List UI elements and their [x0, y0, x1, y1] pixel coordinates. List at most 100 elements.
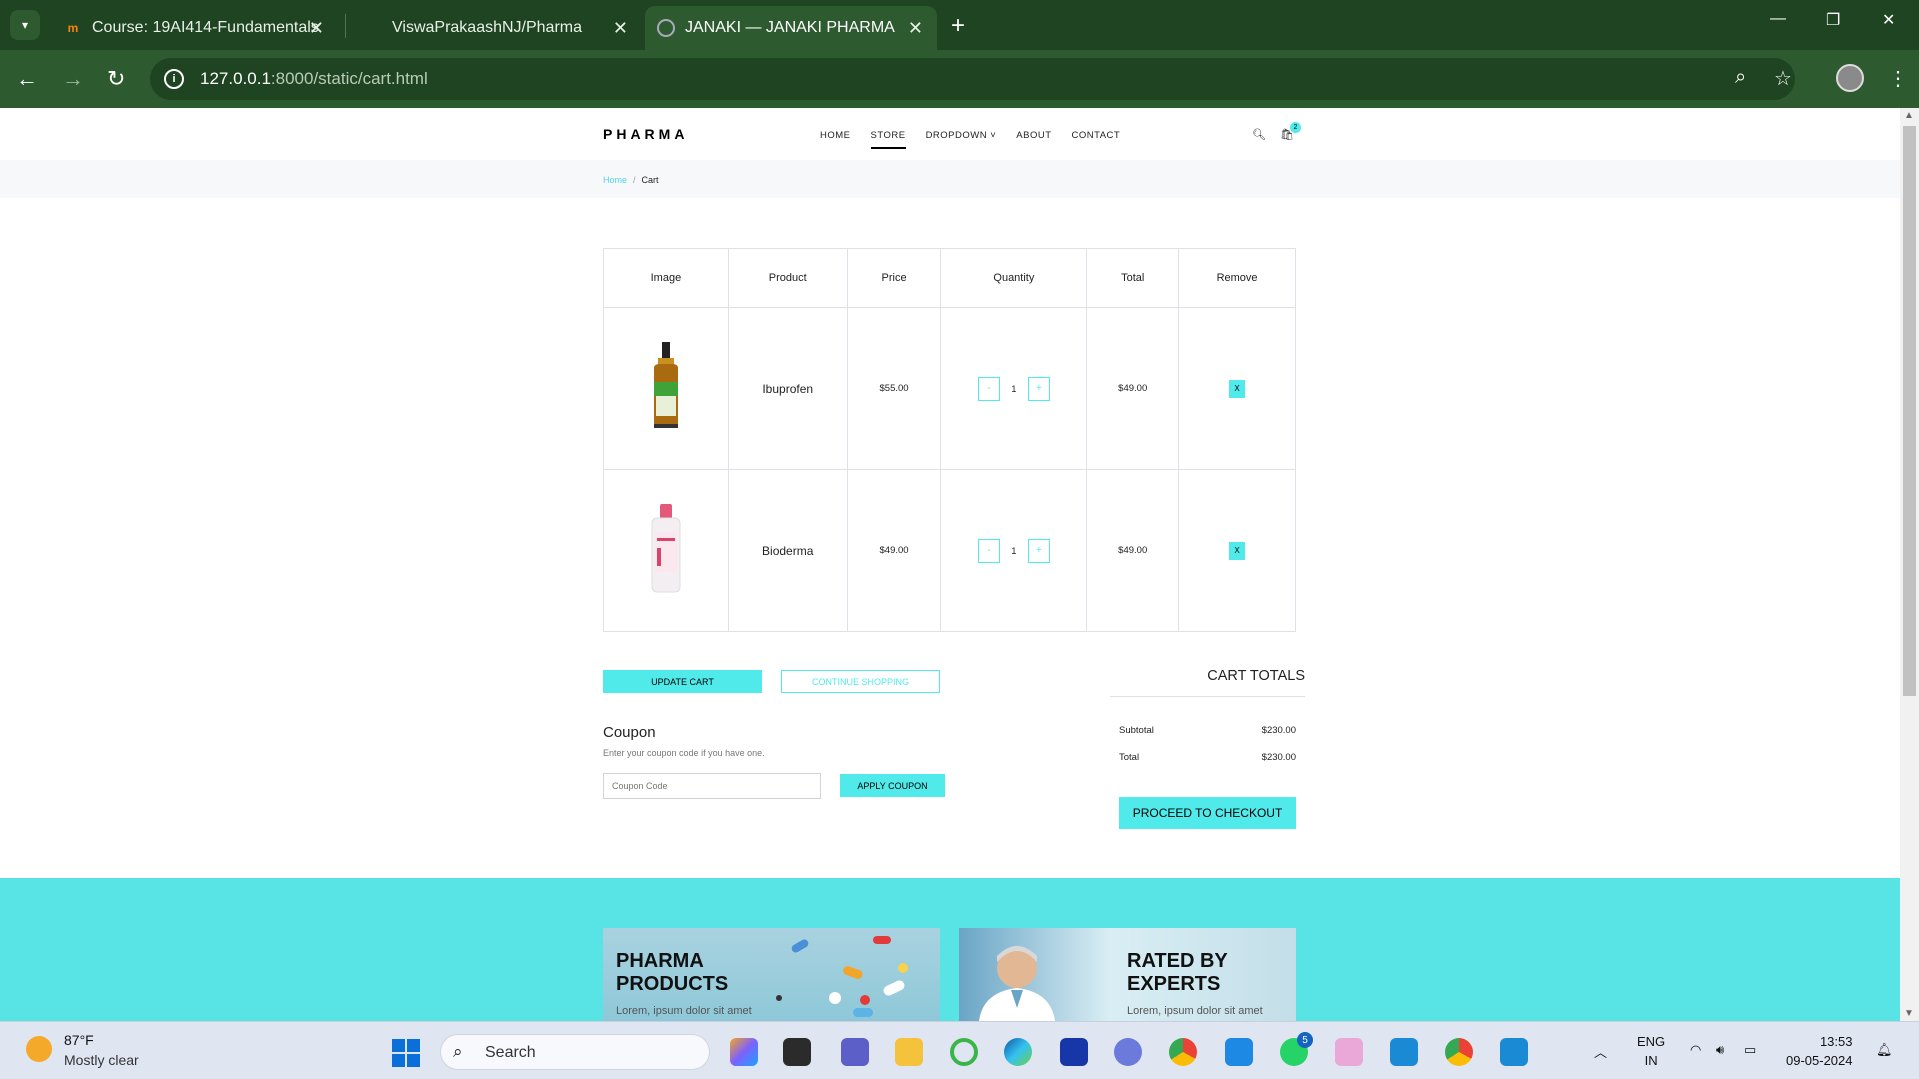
- weather-temperature[interactable]: 87°F: [64, 1032, 94, 1048]
- vscode-icon[interactable]: [1390, 1038, 1418, 1066]
- bookmark-star-icon[interactable]: ☆: [1774, 66, 1792, 91]
- nav-dropdown[interactable]: DROPDOWN ˅: [926, 130, 997, 141]
- sync-app-icon[interactable]: [950, 1038, 978, 1066]
- site-logo[interactable]: PHARMA: [603, 126, 688, 142]
- taskbar-search[interactable]: ⌕ Search: [440, 1034, 710, 1070]
- breadcrumb-home[interactable]: Home: [603, 175, 627, 185]
- globe-icon: [657, 19, 675, 37]
- cart-totals-heading: CART TOTALS: [1110, 668, 1305, 697]
- product-image-cell: [603, 307, 729, 470]
- decrease-button[interactable]: -: [977, 376, 1000, 401]
- volume-icon[interactable]: 🔊︎: [1716, 1042, 1724, 1058]
- product-name: Ibuprofen: [727, 307, 848, 470]
- url-text[interactable]: 127.0.0.1:8000/static/cart.html: [200, 69, 428, 89]
- cart-count-badge: 2: [1290, 122, 1301, 133]
- profile-avatar[interactable]: [1836, 64, 1864, 92]
- nav-store[interactable]: STORE: [870, 130, 906, 149]
- remove-button[interactable]: X: [1229, 541, 1246, 560]
- remove-button[interactable]: X: [1229, 379, 1246, 398]
- tab-course[interactable]: m Course: 19AI414-Fundamentals ✕: [52, 6, 338, 50]
- wifi-icon[interactable]: ◠: [1690, 1042, 1701, 1058]
- table-row: Ibuprofen $55.00 - 1 + $49.00 X: [603, 307, 1296, 470]
- search-icon[interactable]: 🔍︎: [1252, 128, 1266, 141]
- site-info-icon[interactable]: i: [164, 69, 184, 89]
- nav-home[interactable]: HOME: [820, 130, 851, 141]
- clock[interactable]: 13:53 09-05-2024: [1786, 1032, 1853, 1070]
- header-price: Price: [846, 248, 942, 308]
- nav-about[interactable]: ABOUT: [1016, 130, 1051, 141]
- quantity-cell: - 1 +: [940, 469, 1088, 632]
- coupon-help-text: Enter your coupon code if you have one.: [603, 748, 765, 758]
- coupon-code-input[interactable]: [603, 773, 821, 799]
- breadcrumb-separator: /: [633, 175, 636, 185]
- main-nav: HOME STORE DROPDOWN ˅ ABOUT CONTACT: [820, 130, 1140, 149]
- header-product: Product: [727, 248, 848, 308]
- restore-icon[interactable]: ❐: [1826, 10, 1840, 30]
- copilot-icon[interactable]: [730, 1038, 758, 1066]
- promo-title: PHARMA PRODUCTS: [616, 950, 729, 995]
- browser-toolbar: ← → ↻ i 127.0.0.1:8000/static/cart.html …: [0, 50, 1919, 108]
- l-app-icon[interactable]: [1060, 1038, 1088, 1066]
- snipping-tool-icon[interactable]: [1335, 1038, 1363, 1066]
- chevron-up-icon[interactable]: ︿: [1594, 1042, 1607, 1061]
- cart-table: Image Product Price Quantity Total Remov…: [603, 248, 1296, 632]
- zoom-icon[interactable]: ⌕: [1735, 66, 1746, 89]
- notification-bell-icon[interactable]: 🔔︎: [1876, 1042, 1893, 1058]
- window-close-icon[interactable]: ✕: [1882, 10, 1895, 30]
- subtotal-value: $230.00: [1261, 725, 1296, 736]
- weather-moon-icon[interactable]: [26, 1036, 52, 1062]
- scroll-up-icon[interactable]: ▲: [1904, 110, 1914, 121]
- reload-icon[interactable]: ↻: [107, 66, 125, 92]
- language-indicator[interactable]: ENG IN: [1637, 1032, 1665, 1070]
- battery-icon[interactable]: ▭: [1744, 1042, 1756, 1058]
- scrollbar-thumb[interactable]: [1903, 126, 1916, 696]
- scroll-down-icon[interactable]: ▼: [1904, 1008, 1914, 1019]
- update-cart-button[interactable]: UPDATE CART: [603, 670, 762, 693]
- browser-tab-bar: ▾ m Course: 19AI414-Fundamentals ✕ Viswa…: [0, 0, 1919, 50]
- forward-arrow-icon[interactable]: →: [62, 66, 84, 92]
- promo-subtitle: Lorem, ipsum dolor sit amet: [1127, 1005, 1263, 1017]
- product-image-cell: [603, 469, 729, 632]
- decrease-button[interactable]: -: [977, 538, 1000, 563]
- edge-icon[interactable]: [1004, 1038, 1032, 1066]
- proceed-to-checkout-button[interactable]: PROCEED TO CHECKOUT: [1119, 797, 1296, 829]
- chrome-icon[interactable]: [1169, 1038, 1197, 1066]
- nav-contact[interactable]: CONTACT: [1072, 130, 1121, 141]
- tab-search-button[interactable]: ▾: [10, 10, 40, 40]
- vscode-second-icon[interactable]: [1500, 1038, 1528, 1066]
- task-view-icon[interactable]: [783, 1038, 811, 1066]
- new-tab-button[interactable]: +: [951, 12, 965, 40]
- close-icon[interactable]: ✕: [309, 18, 324, 39]
- subtotal-row: Subtotal $230.00: [1119, 725, 1296, 736]
- close-icon[interactable]: ✕: [908, 18, 923, 39]
- tab-title: ViswaPrakaashNJ/Pharma: [392, 19, 583, 36]
- minimize-icon[interactable]: —: [1770, 10, 1786, 28]
- arc-app-icon[interactable]: [1114, 1038, 1142, 1066]
- promo-card-pharma-products[interactable]: PHARMA PRODUCTS Lorem, ipsum dolor sit am…: [603, 928, 940, 1021]
- header-total: Total: [1086, 248, 1180, 308]
- tab-janaki[interactable]: JANAKI — JANAKI PHARMA ✕: [645, 6, 937, 50]
- increase-button[interactable]: +: [1027, 376, 1050, 401]
- back-arrow-icon[interactable]: ←: [16, 66, 38, 92]
- web-page: PHARMA HOME STORE DROPDOWN ˅ ABOUT CONTA…: [0, 108, 1900, 1021]
- file-explorer-icon[interactable]: [895, 1038, 923, 1066]
- continue-shopping-button[interactable]: CONTINUE SHOPPING: [781, 670, 940, 693]
- promo-title: RATED BY EXPERTS: [1127, 950, 1228, 995]
- teams-icon[interactable]: [841, 1038, 869, 1066]
- apply-coupon-button[interactable]: APPLY COUPON: [840, 774, 945, 797]
- address-bar[interactable]: i 127.0.0.1:8000/static/cart.html: [150, 58, 1795, 100]
- kebab-menu-icon[interactable]: ⋮: [1888, 66, 1908, 91]
- weather-description[interactable]: Mostly clear: [64, 1052, 139, 1068]
- row-total: $49.00: [1086, 469, 1180, 632]
- microsoft-store-icon[interactable]: [1225, 1038, 1253, 1066]
- quantity-input[interactable]: 1: [1000, 539, 1028, 563]
- quantity-input[interactable]: 1: [1000, 377, 1028, 401]
- tab-github[interactable]: ViswaPrakaashNJ/Pharma ✕: [352, 6, 642, 50]
- github-icon: [364, 19, 382, 37]
- increase-button[interactable]: +: [1027, 538, 1050, 563]
- promo-card-rated-by-experts[interactable]: RATED BY EXPERTS Lorem, ipsum dolor sit a…: [959, 928, 1296, 1021]
- page-scrollbar[interactable]: ▲ ▼: [1900, 108, 1919, 1021]
- close-icon[interactable]: ✕: [613, 18, 628, 39]
- windows-start-icon[interactable]: [392, 1039, 420, 1067]
- chrome-profile-icon[interactable]: [1445, 1038, 1473, 1066]
